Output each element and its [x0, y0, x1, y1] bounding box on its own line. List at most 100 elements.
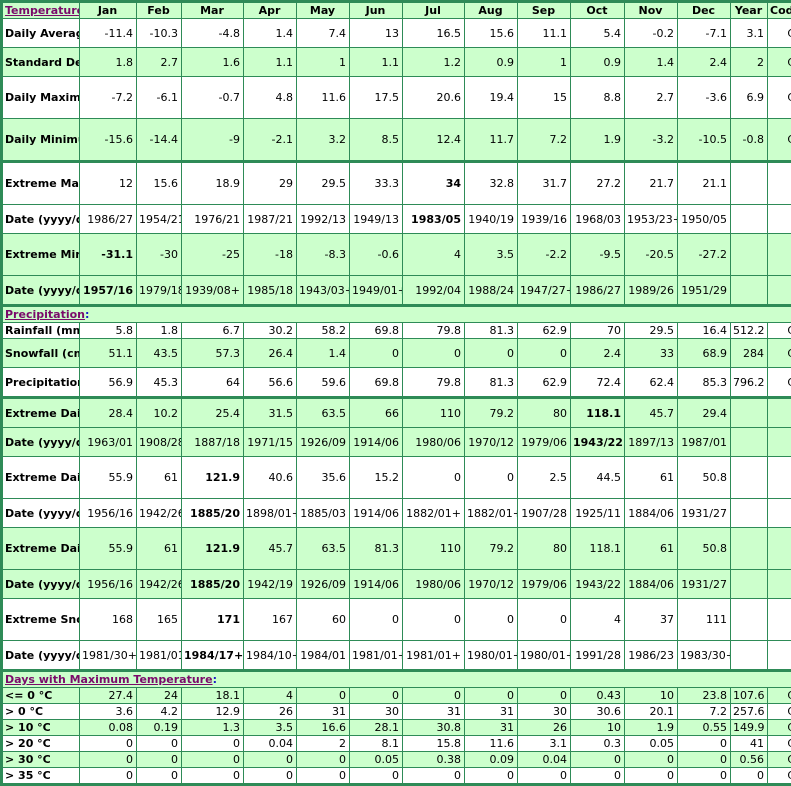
value-cell-apr: 45.7	[244, 528, 297, 570]
value-cell-jan: -31.1	[80, 234, 137, 276]
value-cell-may: 35.6	[297, 457, 350, 499]
value-cell-apr: 1.1	[244, 48, 297, 77]
value-cell-sep: 1980/01+	[518, 641, 571, 671]
value-cell-nov: 33	[625, 339, 678, 368]
code-cell	[768, 457, 791, 499]
value-cell-feb: 43.5	[137, 339, 182, 368]
row-label: > 35 °C	[2, 768, 80, 785]
value-cell-apr: 29	[244, 162, 297, 205]
value-cell-feb: 1.8	[137, 323, 182, 339]
precipitation-link[interactable]: Precipitation	[5, 308, 85, 321]
value-cell-nov: 21.7	[625, 162, 678, 205]
value-cell-may: 1885/03	[297, 499, 350, 528]
value-cell-nov: 0	[625, 768, 678, 785]
value-cell-oct: 0.9	[571, 48, 625, 77]
value-cell-aug: 81.3	[465, 323, 518, 339]
code-cell: C	[768, 704, 791, 720]
code-cell: C	[768, 339, 791, 368]
value-cell-jul: 0	[403, 688, 465, 704]
value-cell-jan: 1957/16	[80, 276, 137, 306]
value-cell-mar: 1.6	[182, 48, 244, 77]
value-cell-feb: -10.3	[137, 19, 182, 48]
column-header-code: Code	[768, 2, 791, 19]
value-cell-nov: 1989/26	[625, 276, 678, 306]
value-cell-aug: 79.2	[465, 528, 518, 570]
value-cell-oct: 2.4	[571, 339, 625, 368]
value-cell-aug: 11.6	[465, 736, 518, 752]
value-cell-oct: 4	[571, 599, 625, 641]
value-cell-may: 1984/01	[297, 641, 350, 671]
code-cell	[768, 499, 791, 528]
value-cell-feb: 4.2	[137, 704, 182, 720]
value-cell-jun: 0.05	[350, 752, 403, 768]
value-cell-jan: -11.4	[80, 19, 137, 48]
table-row: Standard Deviation1.82.71.61.111.11.20.9…	[2, 48, 791, 77]
year-cell	[731, 599, 768, 641]
value-cell-may: 1992/13	[297, 205, 350, 234]
temperature-link[interactable]: Temperature	[5, 4, 80, 17]
year-cell	[731, 398, 768, 428]
value-cell-nov: 1884/06	[625, 570, 678, 599]
value-cell-jun: 0	[350, 768, 403, 785]
value-cell-jul: 1980/06	[403, 570, 465, 599]
row-label: Snowfall (cm)	[2, 339, 80, 368]
value-cell-jun: 1914/06	[350, 570, 403, 599]
value-cell-dec: 111	[678, 599, 731, 641]
value-cell-feb: 24	[137, 688, 182, 704]
value-cell-apr: 0	[244, 768, 297, 785]
value-cell-may: 0	[297, 768, 350, 785]
value-cell-dec: 1983/30+	[678, 641, 731, 671]
value-cell-mar: 1885/20	[182, 499, 244, 528]
days-with-maximum-temperature-link[interactable]: Days with Maximum Temperature	[5, 673, 213, 686]
table-row: Date (yyyy/dd)1957/161979/181939/08+1985…	[2, 276, 791, 306]
value-cell-oct: 1943/22	[571, 570, 625, 599]
table-row: Date (yyyy/dd)1956/161942/261885/201942/…	[2, 570, 791, 599]
table-row: Daily Minimum (°C)-15.6-14.4-9-2.13.28.5…	[2, 119, 791, 162]
column-header-jun: Jun	[350, 2, 403, 19]
value-cell-jan: 1956/16	[80, 499, 137, 528]
value-cell-may: 1926/09	[297, 570, 350, 599]
value-cell-jul: 1980/06	[403, 428, 465, 457]
code-cell: C	[768, 323, 791, 339]
value-cell-oct: 27.2	[571, 162, 625, 205]
value-cell-dec: 1951/29	[678, 276, 731, 306]
year-cell: 2	[731, 48, 768, 77]
year-cell	[731, 428, 768, 457]
value-cell-may: 58.2	[297, 323, 350, 339]
value-cell-nov: 62.4	[625, 368, 678, 398]
climate-table: Temperature: JanFebMarAprMayJunJulAugSep…	[0, 0, 791, 786]
value-cell-feb: -6.1	[137, 77, 182, 119]
value-cell-mar: 1.3	[182, 720, 244, 736]
value-cell-may: 1926/09	[297, 428, 350, 457]
value-cell-jan: 1963/01	[80, 428, 137, 457]
value-cell-mar: 25.4	[182, 398, 244, 428]
code-cell: C	[768, 119, 791, 162]
value-cell-nov: 2.7	[625, 77, 678, 119]
code-cell: C	[768, 19, 791, 48]
climate-table-body: Temperature: JanFebMarAprMayJunJulAugSep…	[2, 2, 791, 785]
value-cell-sep: 62.9	[518, 368, 571, 398]
value-cell-aug: 31	[465, 720, 518, 736]
value-cell-oct: 1986/27	[571, 276, 625, 306]
table-row: Daily Average (°C)-11.4-10.3-4.81.47.413…	[2, 19, 791, 48]
value-cell-dec: -10.5	[678, 119, 731, 162]
value-cell-sep: 62.9	[518, 323, 571, 339]
value-cell-nov: 29.5	[625, 323, 678, 339]
value-cell-feb: 0	[137, 768, 182, 785]
value-cell-nov: 1986/23	[625, 641, 678, 671]
value-cell-jan: 1981/30+	[80, 641, 137, 671]
value-cell-mar: -25	[182, 234, 244, 276]
value-cell-jan: 1.8	[80, 48, 137, 77]
value-cell-mar: 171	[182, 599, 244, 641]
value-cell-mar: 12.9	[182, 704, 244, 720]
code-cell	[768, 276, 791, 306]
value-cell-dec: 1987/01	[678, 428, 731, 457]
value-cell-dec: 23.8	[678, 688, 731, 704]
value-cell-dec: 7.2	[678, 704, 731, 720]
value-cell-jul: 31	[403, 704, 465, 720]
value-cell-feb: 1979/18	[137, 276, 182, 306]
value-cell-jul: 1882/01+	[403, 499, 465, 528]
year-cell: 796.2	[731, 368, 768, 398]
column-header-jul: Jul	[403, 2, 465, 19]
table-row: Date (yyyy/dd)1963/011908/281887/181971/…	[2, 428, 791, 457]
